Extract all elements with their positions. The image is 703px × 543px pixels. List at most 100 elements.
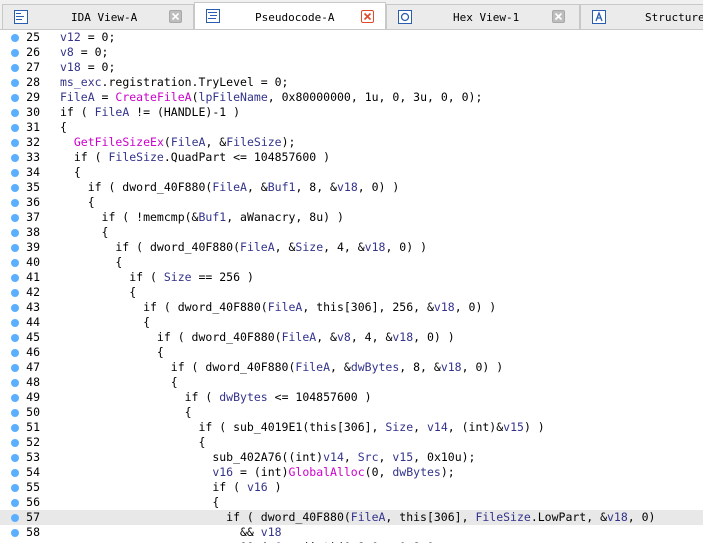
code-line[interactable]: 36 { — [0, 195, 703, 210]
code-text[interactable]: { — [60, 120, 67, 135]
code-line[interactable]: 38 { — [0, 225, 703, 240]
code-text[interactable]: if ( dword_40F880(FileA, this[306], File… — [60, 510, 655, 525]
breakpoint-dot-icon[interactable] — [11, 79, 19, 87]
breakpoint-dot-icon[interactable] — [11, 319, 19, 327]
code-text[interactable]: FileA = CreateFileA(lpFileName, 0x800000… — [60, 90, 482, 105]
breakpoint-dot-icon[interactable] — [11, 274, 19, 282]
code-line[interactable]: 30 if ( FileA != (HANDLE)-1 ) — [0, 105, 703, 120]
code-text[interactable]: if ( dword_40F880(FileA, this[306], 256,… — [60, 300, 496, 315]
code-text[interactable]: if ( dword_40F880(FileA, &Size, 4, &v18,… — [60, 240, 427, 255]
code-line[interactable]: 46 { — [0, 345, 703, 360]
breakpoint-dot-icon[interactable] — [11, 484, 19, 492]
tab-structures[interactable]: Structures — [580, 4, 703, 29]
breakpoint-dot-icon[interactable] — [11, 229, 19, 237]
code-line[interactable]: 31 { — [0, 120, 703, 135]
code-text[interactable]: { — [60, 285, 136, 300]
code-line[interactable]: 53 sub_402A76((int)v14, Src, v15, 0x10u)… — [0, 450, 703, 465]
code-line[interactable]: 52 { — [0, 435, 703, 450]
pseudocode-view[interactable]: 25 v12 = 0; 26 v8 = 0; 27 v18 = 0; 28 ms_exc.re… — [0, 30, 703, 543]
code-line[interactable]: 58 && v18 — [0, 525, 703, 540]
code-text[interactable]: ms_exc.registration.TryLevel = 0; — [60, 75, 288, 90]
code-text[interactable]: if ( dwBytes <= 104857600 ) — [60, 390, 372, 405]
breakpoint-dot-icon[interactable] — [11, 304, 19, 312]
breakpoint-dot-icon[interactable] — [11, 94, 19, 102]
code-line[interactable]: 42 { — [0, 285, 703, 300]
code-line[interactable]: 39 if ( dword_40F880(FileA, &Size, 4, &v… — [0, 240, 703, 255]
code-text[interactable]: { — [60, 345, 164, 360]
code-text[interactable]: && v18 — [60, 525, 282, 540]
code-text[interactable]: { — [60, 375, 178, 390]
code-text[interactable]: v12 = 0; — [60, 30, 115, 45]
breakpoint-dot-icon[interactable] — [11, 109, 19, 117]
code-line[interactable]: 43 if ( dword_40F880(FileA, this[306], 2… — [0, 300, 703, 315]
code-line[interactable]: 41 if ( Size == 256 ) — [0, 270, 703, 285]
code-text[interactable]: if ( v16 ) — [60, 480, 281, 495]
code-text[interactable]: { — [60, 165, 81, 180]
breakpoint-dot-icon[interactable] — [11, 139, 19, 147]
breakpoint-dot-icon[interactable] — [11, 184, 19, 192]
code-line[interactable]: 40 { — [0, 255, 703, 270]
code-line[interactable]: 28 ms_exc.registration.TryLevel = 0; — [0, 75, 703, 90]
code-text[interactable]: if ( FileSize.QuadPart <= 104857600 ) — [60, 150, 330, 165]
close-icon[interactable] — [169, 10, 182, 23]
code-text[interactable]: if ( sub_4019E1(this[306], Size, v14, (i… — [60, 420, 544, 435]
breakpoint-dot-icon[interactable] — [11, 409, 19, 417]
code-text[interactable]: v8 = 0; — [60, 45, 108, 60]
breakpoint-dot-icon[interactable] — [11, 469, 19, 477]
code-line[interactable]: 37 if ( !memcmp(&Buf1, aWanacry, 8u) ) — [0, 210, 703, 225]
code-line[interactable]: 51 if ( sub_4019E1(this[306], Size, v14,… — [0, 420, 703, 435]
breakpoint-dot-icon[interactable] — [11, 124, 19, 132]
breakpoint-dot-icon[interactable] — [11, 154, 19, 162]
code-line[interactable]: 56 { — [0, 495, 703, 510]
code-text[interactable]: v18 = 0; — [60, 60, 115, 75]
code-line[interactable]: 26 v8 = 0; — [0, 45, 703, 60]
breakpoint-dot-icon[interactable] — [11, 424, 19, 432]
close-icon[interactable] — [361, 10, 374, 23]
code-line[interactable]: 29 FileA = CreateFileA(lpFileName, 0x8000… — [0, 90, 703, 105]
breakpoint-dot-icon[interactable] — [11, 514, 19, 522]
breakpoint-dot-icon[interactable] — [11, 214, 19, 222]
code-line[interactable]: 35 if ( dword_40F880(FileA, &Buf1, 8, &v… — [0, 180, 703, 195]
code-text[interactable]: if ( !memcmp(&Buf1, aWanacry, 8u) ) — [60, 210, 344, 225]
code-line[interactable]: 25 v12 = 0; — [0, 30, 703, 45]
breakpoint-dot-icon[interactable] — [11, 364, 19, 372]
code-line[interactable]: 33 if ( FileSize.QuadPart <= 104857600 ) — [0, 150, 703, 165]
code-text[interactable]: { — [60, 195, 95, 210]
tab-hex-view-1[interactable]: Hex View-1 — [386, 4, 580, 29]
code-text[interactable]: { — [60, 405, 192, 420]
code-text[interactable]: if ( Size == 256 ) — [60, 270, 254, 285]
code-text[interactable]: if ( dword_40F880(FileA, &v8, 4, &v18, 0… — [60, 330, 455, 345]
code-text[interactable]: { — [60, 255, 122, 270]
breakpoint-dot-icon[interactable] — [11, 379, 19, 387]
code-line[interactable]: 45 if ( dword_40F880(FileA, &v8, 4, &v18… — [0, 330, 703, 345]
code-line[interactable]: 48 { — [0, 375, 703, 390]
code-text[interactable]: v16 = (int)GlobalAlloc(0, dwBytes); — [60, 465, 454, 480]
breakpoint-dot-icon[interactable] — [11, 34, 19, 42]
code-text[interactable]: if ( dword_40F880(FileA, &dwBytes, 8, &v… — [60, 360, 503, 375]
breakpoint-dot-icon[interactable] — [11, 64, 19, 72]
code-text[interactable]: { — [60, 225, 109, 240]
code-line[interactable]: 27 v18 = 0; — [0, 60, 703, 75]
code-line[interactable]: 32 GetFileSizeEx(FileA, &FileSize); — [0, 135, 703, 150]
code-text[interactable]: { — [60, 495, 219, 510]
breakpoint-dot-icon[interactable] — [11, 169, 19, 177]
breakpoint-dot-icon[interactable] — [11, 499, 19, 507]
code-line[interactable]: 34 { — [0, 165, 703, 180]
breakpoint-dot-icon[interactable] — [11, 529, 19, 537]
breakpoint-dot-icon[interactable] — [11, 244, 19, 252]
code-line[interactable]: 54 v16 = (int)GlobalAlloc(0, dwBytes); — [0, 465, 703, 480]
breakpoint-dot-icon[interactable] — [11, 259, 19, 267]
tab-pseudocode-a[interactable]: Pseudocode-A — [194, 2, 386, 29]
code-text[interactable]: GetFileSizeEx(FileA, &FileSize); — [60, 135, 296, 150]
breakpoint-dot-icon[interactable] — [11, 334, 19, 342]
close-icon[interactable] — [552, 10, 565, 23]
code-text[interactable]: sub_402A76((int)v14, Src, v15, 0x10u); — [60, 450, 475, 465]
breakpoint-dot-icon[interactable] — [11, 439, 19, 447]
code-text[interactable]: if ( dword_40F880(FileA, &Buf1, 8, &v18,… — [60, 180, 400, 195]
breakpoint-dot-icon[interactable] — [11, 394, 19, 402]
code-text[interactable]: { — [60, 435, 205, 450]
tab-ida-view-a[interactable]: IDA View-A — [2, 4, 194, 29]
breakpoint-dot-icon[interactable] — [11, 454, 19, 462]
code-line[interactable]: 57 if ( dword_40F880(FileA, this[306], F… — [0, 510, 703, 525]
code-line[interactable]: 50 { — [0, 405, 703, 420]
